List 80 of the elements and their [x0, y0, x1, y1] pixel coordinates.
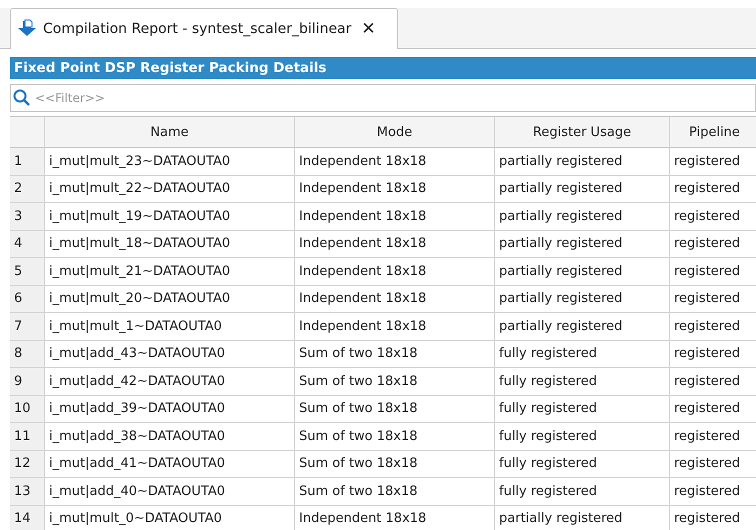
table-cell: fully registered — [495, 368, 670, 396]
table-cell: Sum of two 18x18 — [295, 340, 495, 368]
table-cell: registered — [670, 423, 756, 450]
table-cell: Independent 18x18 — [295, 230, 495, 258]
close-button[interactable]: ✕ — [361, 19, 376, 39]
filter-field[interactable]: <<Filter>> — [10, 84, 756, 112]
table-cell: registered — [670, 176, 756, 203]
table-cell: registered — [670, 313, 756, 340]
row-number: 3 — [10, 203, 45, 230]
row-number: 9 — [10, 368, 45, 396]
column-header[interactable]: Register Usage — [495, 117, 670, 148]
table-cell: registered — [670, 203, 756, 230]
table-cell: registered — [670, 478, 756, 506]
row-number: 13 — [10, 478, 45, 506]
row-number: 8 — [10, 340, 45, 368]
table-cell: registered — [670, 368, 756, 396]
table-cell: i_mut|mult_1~DATAOUTA0 — [45, 313, 295, 340]
table-cell: Independent 18x18 — [295, 286, 495, 313]
column-header[interactable]: Pipeline — [670, 117, 756, 148]
table-cell: Sum of two 18x18 — [295, 396, 495, 423]
table-cell: Independent 18x18 — [295, 148, 495, 176]
table-cell: registered — [670, 286, 756, 313]
row-number: 2 — [10, 176, 45, 203]
table-cell: i_mut|mult_22~DATAOUTA0 — [45, 176, 295, 203]
table-cell: i_mut|mult_21~DATAOUTA0 — [45, 258, 295, 286]
table-cell: partially registered — [495, 176, 670, 203]
table-cell: i_mut|mult_0~DATAOUTA0 — [45, 506, 295, 530]
table-cell: partially registered — [495, 286, 670, 313]
row-number: 11 — [10, 423, 45, 450]
table-cell: registered — [670, 148, 756, 176]
row-number: 5 — [10, 258, 45, 286]
table-cell: fully registered — [495, 423, 670, 450]
table-cell: registered — [670, 258, 756, 286]
table-cell: i_mut|mult_18~DATAOUTA0 — [45, 230, 295, 258]
table-cell: i_mut|add_38~DATAOUTA0 — [45, 423, 295, 450]
table-cell: partially registered — [495, 230, 670, 258]
table-cell: i_mut|mult_23~DATAOUTA0 — [45, 148, 295, 176]
table-cell: partially registered — [495, 203, 670, 230]
table-cell: registered — [670, 450, 756, 478]
table-cell: Independent 18x18 — [295, 313, 495, 340]
table-cell: registered — [670, 506, 756, 530]
table-cell: fully registered — [495, 478, 670, 506]
table-cell: i_mut|add_39~DATAOUTA0 — [45, 396, 295, 423]
table-cell: fully registered — [495, 450, 670, 478]
table-cell: Sum of two 18x18 — [295, 478, 495, 506]
table-cell: registered — [670, 396, 756, 423]
table-cell: i_mut|mult_19~DATAOUTA0 — [45, 203, 295, 230]
row-number: 7 — [10, 313, 45, 340]
panel-title: Fixed Point DSP Register Packing Details — [10, 57, 756, 79]
row-number: 12 — [10, 450, 45, 478]
column-header[interactable]: Name — [45, 117, 295, 148]
table-cell: partially registered — [495, 148, 670, 176]
table-cell: fully registered — [495, 396, 670, 423]
table-cell: i_mut|add_42~DATAOUTA0 — [45, 368, 295, 396]
table-cell: partially registered — [495, 506, 670, 530]
table-cell: partially registered — [495, 313, 670, 340]
row-number: 6 — [10, 286, 45, 313]
table-cell: Independent 18x18 — [295, 203, 495, 230]
table-cell: Independent 18x18 — [295, 506, 495, 530]
table-cell: Sum of two 18x18 — [295, 423, 495, 450]
table-cell: registered — [670, 340, 756, 368]
table-cell: Sum of two 18x18 — [295, 450, 495, 478]
row-number: 4 — [10, 230, 45, 258]
table-cell: i_mut|add_41~DATAOUTA0 — [45, 450, 295, 478]
table-cell: i_mut|add_43~DATAOUTA0 — [45, 340, 295, 368]
row-number: 1 — [10, 148, 45, 176]
table-cell: i_mut|mult_20~DATAOUTA0 — [45, 286, 295, 313]
tab-title: Compilation Report - syntest_scaler_bilinear — [43, 21, 352, 37]
column-header[interactable]: Mode — [295, 117, 495, 148]
table-cell: Sum of two 18x18 — [295, 368, 495, 396]
report-icon — [17, 19, 37, 39]
table-cell: Independent 18x18 — [295, 258, 495, 286]
table-cell: i_mut|add_40~DATAOUTA0 — [45, 478, 295, 506]
row-number: 14 — [10, 506, 45, 530]
table-cell: fully registered — [495, 340, 670, 368]
table-cell: Independent 18x18 — [295, 176, 495, 203]
table-cell: partially registered — [495, 258, 670, 286]
row-number: 10 — [10, 396, 45, 423]
report-tab[interactable]: Compilation Report - syntest_scaler_bilinear ✕ — [10, 8, 398, 49]
table-cell: registered — [670, 230, 756, 258]
